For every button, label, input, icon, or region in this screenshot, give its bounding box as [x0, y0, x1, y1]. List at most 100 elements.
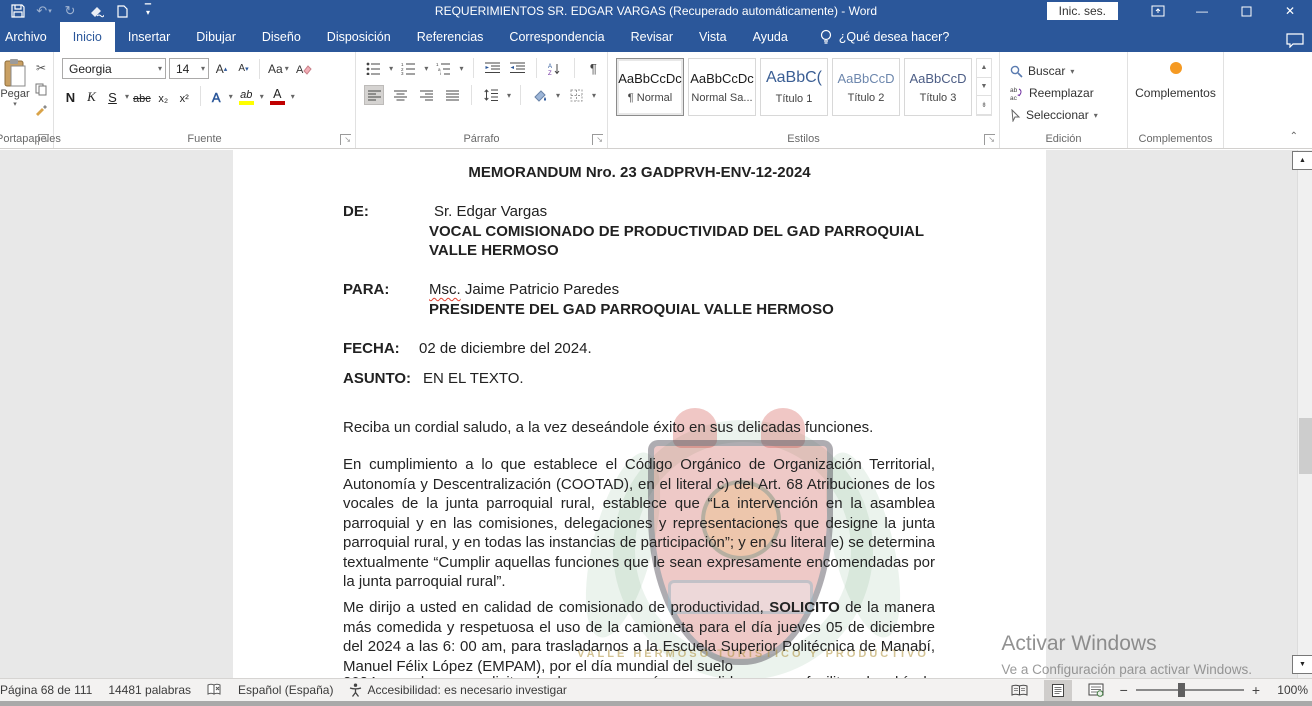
subscript-button[interactable]: x₂: [155, 87, 172, 106]
underline-button[interactable]: S: [104, 87, 121, 106]
tab-diseno[interactable]: Diseño: [249, 22, 314, 52]
word-count[interactable]: 14481 palabras: [108, 683, 191, 697]
sort-icon[interactable]: AZ: [546, 58, 565, 78]
collapse-ribbon-icon[interactable]: ⌃: [1290, 131, 1298, 142]
style-normal-sa[interactable]: AaBbCcDc Normal Sa...: [688, 58, 756, 116]
new-document-icon[interactable]: [114, 3, 130, 19]
redo-icon[interactable]: ↻: [62, 3, 78, 19]
font-color-caret[interactable]: ▾: [291, 92, 295, 101]
numbering-icon[interactable]: 123: [399, 58, 418, 78]
multilevel-caret[interactable]: ▾: [460, 64, 464, 73]
style-titulo1[interactable]: AaBbC( Título 1: [760, 58, 828, 116]
numbering-caret[interactable]: ▾: [424, 64, 428, 73]
strikethrough-button[interactable]: abc: [133, 87, 151, 106]
highlight-button[interactable]: ab: [237, 87, 256, 106]
multilevel-list-icon[interactable]: 1ai: [434, 58, 453, 78]
highlight-caret[interactable]: ▾: [260, 92, 264, 101]
line-spacing-caret[interactable]: ▾: [507, 91, 511, 100]
tab-revisar[interactable]: Revisar: [618, 22, 686, 52]
tab-correspondencia[interactable]: Correspondencia: [496, 22, 617, 52]
styles-gallery-more-icon[interactable]: ⇟: [977, 96, 991, 115]
font-color-button[interactable]: A: [268, 87, 287, 106]
select-button[interactable]: Seleccionar▾: [1010, 104, 1123, 126]
zoom-slider-thumb[interactable]: [1178, 683, 1185, 697]
tab-insertar[interactable]: Insertar: [115, 22, 183, 52]
tell-me-search[interactable]: ¿Qué desea hacer?: [819, 22, 950, 52]
tab-disposicion[interactable]: Disposición: [314, 22, 404, 52]
portapapeles-dialog-launcher[interactable]: ↘: [38, 134, 49, 145]
line-spacing-icon[interactable]: [481, 85, 501, 105]
shrink-font-button[interactable]: A▾: [234, 58, 253, 79]
increase-indent-icon[interactable]: [508, 58, 527, 78]
group-complementos[interactable]: Complementos Complementos: [1128, 52, 1224, 148]
customize-qat-icon[interactable]: ▔▾: [140, 3, 156, 19]
page-indicator[interactable]: Página 68 de 111: [0, 683, 92, 697]
document-page[interactable]: VALLE HERMOSO TURISTICO Y PRODUCTIVO MEM…: [233, 150, 1046, 678]
find-button[interactable]: Buscar▾: [1010, 60, 1123, 82]
paste-dropdown-caret[interactable]: ▾: [13, 100, 17, 108]
read-mode-icon[interactable]: [1006, 680, 1034, 701]
style-titulo3[interactable]: AaBbCcD Título 3: [904, 58, 972, 116]
show-marks-icon[interactable]: ¶: [584, 58, 603, 78]
save-icon[interactable]: [10, 3, 26, 19]
decrease-indent-icon[interactable]: [482, 58, 501, 78]
print-layout-icon[interactable]: [1044, 680, 1072, 701]
estilos-dialog-launcher[interactable]: ↘: [984, 134, 995, 145]
minimize-button[interactable]: —: [1180, 0, 1224, 22]
cut-icon[interactable]: ✂: [32, 60, 50, 76]
tab-inicio[interactable]: Inicio: [60, 22, 115, 52]
bullets-icon[interactable]: [364, 58, 383, 78]
zoom-percentage[interactable]: 100%: [1270, 683, 1308, 697]
clear-formatting-icon[interactable]: A: [294, 58, 314, 79]
align-right-icon[interactable]: [416, 85, 436, 105]
align-center-icon[interactable]: [390, 85, 410, 105]
zoom-in-button[interactable]: +: [1252, 682, 1260, 698]
borders-caret[interactable]: ▾: [592, 91, 596, 100]
tab-referencias[interactable]: Referencias: [404, 22, 497, 52]
scrollbar-thumb[interactable]: [1299, 418, 1312, 474]
tab-dibujar[interactable]: Dibujar: [183, 22, 249, 52]
bullets-caret[interactable]: ▾: [389, 64, 393, 73]
maximize-button[interactable]: [1224, 0, 1268, 22]
tab-ayuda[interactable]: Ayuda: [740, 22, 801, 52]
ink-eraser-icon[interactable]: [88, 3, 104, 19]
scroll-down-icon[interactable]: ▼: [1292, 655, 1312, 674]
undo-icon[interactable]: ↶▾: [36, 3, 52, 19]
change-case-button[interactable]: Aa▾: [266, 58, 291, 79]
copy-icon[interactable]: [32, 81, 50, 97]
text-effects-caret[interactable]: ▾: [229, 92, 233, 101]
web-layout-icon[interactable]: [1082, 680, 1110, 701]
sign-in-button[interactable]: Inic. ses.: [1047, 2, 1118, 20]
bold-button[interactable]: N: [62, 87, 79, 106]
zoom-out-button[interactable]: −: [1120, 682, 1128, 698]
borders-icon[interactable]: [566, 85, 586, 105]
proofing-icon[interactable]: [207, 683, 222, 697]
parrafo-dialog-launcher[interactable]: ↘: [592, 134, 603, 145]
shading-caret[interactable]: ▾: [556, 91, 560, 100]
font-name-select[interactable]: Georgia▾: [62, 58, 166, 79]
vertical-scrollbar[interactable]: ▲ ▼: [1297, 150, 1312, 678]
tab-archivo[interactable]: Archivo: [0, 22, 60, 52]
font-size-select[interactable]: 14▾: [169, 58, 209, 79]
styles-scroll-down-icon[interactable]: ▼: [977, 78, 991, 97]
scroll-up-icon[interactable]: ▲: [1292, 151, 1312, 170]
tab-vista[interactable]: Vista: [686, 22, 740, 52]
text-effects-button[interactable]: A: [208, 87, 225, 106]
fuente-dialog-launcher[interactable]: ↘: [340, 134, 351, 145]
superscript-button[interactable]: x²: [176, 87, 193, 106]
zoom-slider[interactable]: [1136, 689, 1244, 691]
italic-button[interactable]: K: [83, 87, 100, 106]
ribbon-display-options-icon[interactable]: [1136, 0, 1180, 22]
grow-font-button[interactable]: A▴: [212, 58, 231, 79]
accessibility-status[interactable]: Accesibilidad: es necesario investigar: [349, 683, 566, 697]
align-left-icon[interactable]: [364, 85, 384, 105]
format-painter-icon[interactable]: [32, 102, 50, 118]
style-normal[interactable]: AaBbCcDc ¶ Normal: [616, 58, 684, 116]
close-button[interactable]: ✕: [1268, 0, 1312, 22]
shading-icon[interactable]: [530, 85, 550, 105]
underline-caret[interactable]: ▾: [125, 92, 129, 101]
style-titulo2[interactable]: AaBbCcD Título 2: [832, 58, 900, 116]
replace-button[interactable]: abac Reemplazar: [1010, 82, 1123, 104]
justify-icon[interactable]: [442, 85, 462, 105]
feedback-icon[interactable]: [1286, 33, 1304, 48]
